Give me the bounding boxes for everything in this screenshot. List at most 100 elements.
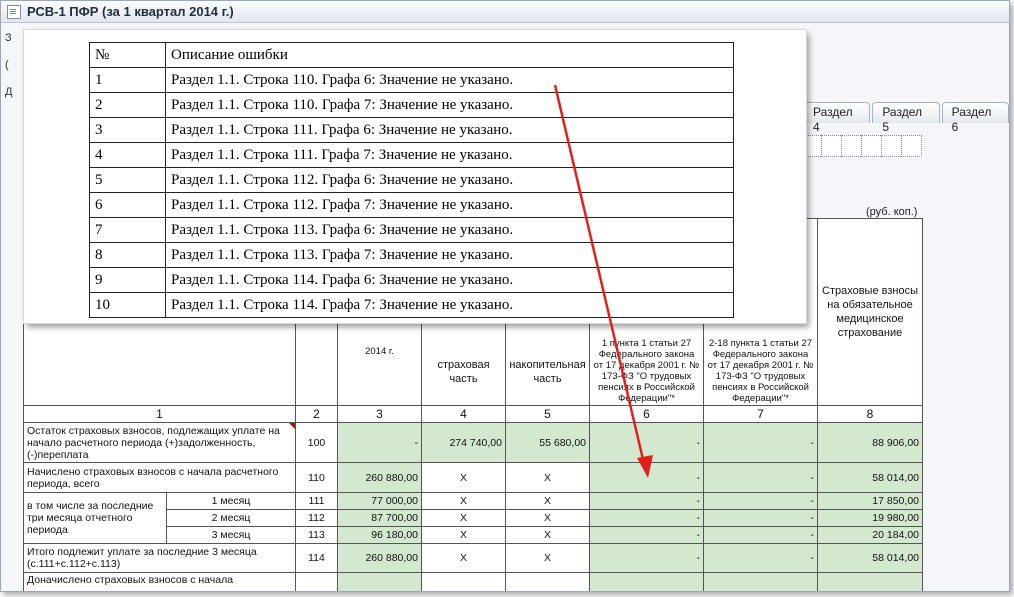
cell-value[interactable]: - bbox=[337, 422, 422, 463]
table-row: Начислено страховых взносов с начала рас… bbox=[23, 462, 923, 493]
cell-value[interactable]: 87 700,00 bbox=[337, 509, 422, 527]
cell-value[interactable]: 96 180,00 bbox=[337, 526, 422, 544]
cell-value[interactable]: 20 184,00 bbox=[817, 526, 923, 544]
table-row: в том числе за последние три месяца отче… bbox=[23, 492, 923, 544]
error-row[interactable]: 7 Раздел 1.1. Строка 113. Графа 6: Значен… bbox=[89, 217, 734, 243]
col-number-7: 7 bbox=[703, 405, 818, 423]
row-code bbox=[295, 572, 338, 591]
document-icon bbox=[7, 4, 21, 19]
error-table: № Описание ошибки 1 Раздел 1.1. Строка 11… bbox=[89, 42, 734, 318]
cell-value: X bbox=[505, 526, 590, 544]
col-number-5: 5 bbox=[505, 405, 590, 423]
error-row[interactable]: 8 Раздел 1.1. Строка 113. Графа 7: Значен… bbox=[89, 242, 734, 268]
code-cell[interactable] bbox=[901, 135, 922, 157]
cell-value[interactable]: 88 906,00 bbox=[817, 422, 923, 463]
cell-value[interactable]: - bbox=[589, 509, 704, 527]
cell-value[interactable]: - bbox=[589, 422, 704, 463]
error-number: 9 bbox=[89, 267, 166, 293]
error-description: Раздел 1.1. Строка 114. Графа 6: Значени… bbox=[165, 267, 734, 293]
code-cell[interactable] bbox=[821, 135, 841, 157]
cell-value[interactable]: 58 014,00 bbox=[817, 543, 923, 573]
cell-value[interactable]: - bbox=[703, 422, 818, 463]
side-labels: З ( Д bbox=[5, 25, 12, 106]
col-number-6: 6 bbox=[589, 405, 704, 423]
error-number: 10 bbox=[89, 292, 166, 318]
cell-value[interactable] bbox=[337, 572, 422, 591]
cell-value[interactable]: 77 000,00 bbox=[337, 492, 422, 510]
error-row[interactable]: 2 Раздел 1.1. Строка 110. Графа 7: Значен… bbox=[89, 92, 734, 118]
error-description: Раздел 1.1. Строка 110. Графа 6: Значени… bbox=[165, 67, 734, 93]
col-number-3: 3 bbox=[337, 405, 422, 423]
cell-value[interactable]: - bbox=[703, 543, 818, 573]
row-label: Начислено страховых взносов с начала рас… bbox=[23, 462, 296, 493]
row-code: 100 bbox=[295, 422, 338, 463]
row-label: Итого подлежит уплате за последние 3 мес… bbox=[23, 543, 296, 573]
cell-value[interactable]: 58 014,00 bbox=[817, 462, 923, 493]
cell-value: X bbox=[421, 492, 506, 510]
error-row[interactable]: 10 Раздел 1.1. Строка 114. Графа 7: Значе… bbox=[89, 292, 734, 318]
error-row[interactable]: 4 Раздел 1.1. Строка 111. Графа 7: Значен… bbox=[89, 142, 734, 168]
row-label: Доначислено страховых взносов с начала bbox=[23, 572, 296, 591]
col-number-8: 8 bbox=[817, 405, 923, 423]
header-description: Описание ошибки bbox=[165, 42, 734, 68]
window-title: РСВ-1 ПФР (за 1 квартал 2014 г.) bbox=[27, 4, 234, 19]
cell-value[interactable] bbox=[817, 572, 923, 591]
cell-value[interactable]: - bbox=[703, 492, 818, 510]
cell-value[interactable]: - bbox=[589, 492, 704, 510]
table-row: Доначислено страховых взносов с начала bbox=[23, 572, 923, 591]
row-code: 111 bbox=[295, 492, 338, 510]
table-row: Итого подлежит уплате за последние 3 мес… bbox=[23, 543, 923, 573]
error-row[interactable]: 9 Раздел 1.1. Строка 114. Графа 6: Значен… bbox=[89, 267, 734, 293]
cell-value[interactable]: 274 740,00 bbox=[421, 422, 506, 463]
cell-value[interactable]: 17 850,00 bbox=[817, 492, 923, 510]
tab-section-4[interactable]: Раздел 4 bbox=[803, 102, 871, 134]
cell-value bbox=[505, 572, 590, 591]
col-number-4: 4 bbox=[421, 405, 506, 423]
cell-value[interactable]: - bbox=[589, 543, 704, 573]
error-number: 8 bbox=[89, 242, 166, 268]
error-number: 3 bbox=[89, 117, 166, 143]
cell-value: X bbox=[505, 543, 590, 573]
error-table-header: № Описание ошибки bbox=[89, 42, 734, 68]
cell-value: X bbox=[421, 543, 506, 573]
error-row[interactable]: 1 Раздел 1.1. Строка 110. Графа 6: Значен… bbox=[89, 67, 734, 93]
error-description: Раздел 1.1. Строка 112. Графа 7: Значени… bbox=[165, 192, 734, 218]
cell-value: X bbox=[421, 509, 506, 527]
code-cell[interactable] bbox=[861, 135, 881, 157]
side-label: З bbox=[5, 32, 12, 44]
cell-value[interactable]: - bbox=[589, 462, 704, 493]
code-cell[interactable] bbox=[841, 135, 861, 157]
error-number: 2 bbox=[89, 92, 166, 118]
error-number: 5 bbox=[89, 167, 166, 193]
tab-section-5[interactable]: Раздел 5 bbox=[872, 102, 940, 134]
section-tabs: Раздел 4 Раздел 5 Раздел 6 bbox=[801, 102, 1009, 134]
row-sublabel: 3 месяц bbox=[166, 526, 296, 544]
cell-value: X bbox=[505, 509, 590, 527]
cell-value[interactable]: 260 880,00 bbox=[337, 543, 422, 573]
tab-section-6[interactable]: Раздел 6 bbox=[941, 102, 1009, 134]
code-cell[interactable] bbox=[881, 135, 901, 157]
cell-value[interactable]: - bbox=[703, 509, 818, 527]
row-code: 112 bbox=[295, 509, 338, 527]
cell-value[interactable]: 19 980,00 bbox=[817, 509, 923, 527]
row-sublabel: 2 месяц bbox=[166, 509, 296, 527]
cell-value[interactable]: 260 880,00 bbox=[337, 462, 422, 493]
row-code: 110 bbox=[295, 462, 338, 493]
cell-value[interactable]: - bbox=[589, 526, 704, 544]
error-row[interactable]: 3 Раздел 1.1. Строка 111. Графа 6: Значен… bbox=[89, 117, 734, 143]
error-row[interactable]: 5 Раздел 1.1. Строка 112. Графа 6: Значен… bbox=[89, 167, 734, 193]
cell-value[interactable]: - bbox=[703, 526, 818, 544]
cell-value[interactable]: - bbox=[703, 462, 818, 493]
error-description: Раздел 1.1. Строка 113. Графа 7: Значени… bbox=[165, 242, 734, 268]
error-number: 7 bbox=[89, 217, 166, 243]
row-code: 113 bbox=[295, 526, 338, 544]
cell-value[interactable] bbox=[589, 572, 704, 591]
error-list-popup: № Описание ошибки 1 Раздел 1.1. Строка 11… bbox=[24, 30, 806, 323]
cell-value[interactable] bbox=[703, 572, 818, 591]
error-row[interactable]: 6 Раздел 1.1. Строка 112. Графа 7: Значен… bbox=[89, 192, 734, 218]
row-label: Остаток страховых взносов, подлежащих уп… bbox=[23, 422, 296, 463]
error-number: 4 bbox=[89, 142, 166, 168]
cell-value[interactable]: 55 680,00 bbox=[505, 422, 590, 463]
error-description: Раздел 1.1. Строка 110. Графа 7: Значени… bbox=[165, 92, 734, 118]
cell-value: X bbox=[421, 462, 506, 493]
